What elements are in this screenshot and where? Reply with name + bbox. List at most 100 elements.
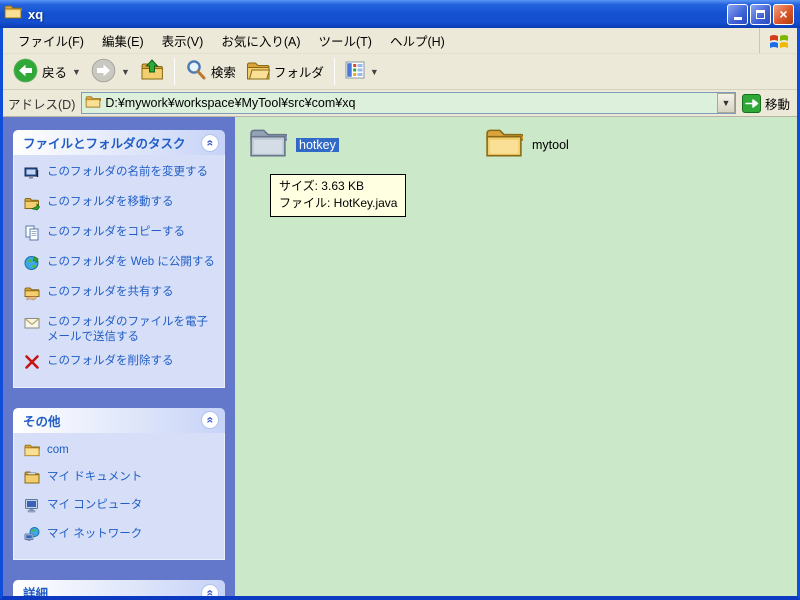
search-button[interactable]: 検索 xyxy=(181,57,240,86)
details-panel: 詳細 « hotkey File Folder 更新日時: 2012年8月23日… xyxy=(13,580,225,596)
task-label: このフォルダを Web に公開する xyxy=(47,255,215,268)
tooltip-file-line: ファイル: HotKey.java xyxy=(279,195,398,210)
tasks-panel-header[interactable]: ファイルとフォルダのタスク « xyxy=(13,130,225,155)
go-button[interactable]: 移動 xyxy=(741,93,792,113)
other-place-label: マイ ドキュメント xyxy=(47,471,143,484)
folder-item-mytool[interactable]: mytool xyxy=(485,126,569,163)
email-icon xyxy=(24,315,40,336)
maximize-button[interactable] xyxy=(750,3,771,25)
details-panel-header[interactable]: 詳細 « xyxy=(13,580,225,596)
up-button[interactable] xyxy=(136,56,168,87)
forward-dropdown-icon[interactable]: ▼ xyxy=(121,67,130,77)
go-arrow-icon xyxy=(741,93,761,113)
titlebar: xq × xyxy=(0,0,800,28)
forward-button[interactable]: ▼ xyxy=(87,56,134,88)
other-place-my-documents[interactable]: マイ ドキュメント xyxy=(24,470,216,489)
my-documents-icon xyxy=(24,470,40,489)
publish-web-icon xyxy=(24,255,40,276)
other-place-label: マイ ネットワーク xyxy=(47,528,143,541)
task-share-folder[interactable]: このフォルダを共有する xyxy=(24,285,216,306)
up-folder-icon xyxy=(140,58,164,85)
address-path[interactable]: D:¥mywork¥workspace¥MyTool¥src¥com¥xq xyxy=(105,96,713,110)
menu-file[interactable]: ファイル(F) xyxy=(9,28,93,53)
task-label: このフォルダのファイルを電子メールで送信する xyxy=(47,315,208,343)
share-folder-icon xyxy=(24,285,40,306)
folder-info-tooltip: サイズ: 3.63 KB ファイル: HotKey.java xyxy=(270,174,407,217)
task-move-folder[interactable]: このフォルダを移動する xyxy=(24,195,216,216)
rename-icon xyxy=(24,165,40,186)
back-dropdown-icon[interactable]: ▼ xyxy=(72,67,81,77)
my-computer-icon xyxy=(24,498,40,518)
task-label: このフォルダをコピーする xyxy=(47,225,185,238)
tooltip-size-line: サイズ: 3.63 KB xyxy=(279,179,365,193)
address-folder-icon xyxy=(85,95,102,111)
minimize-button[interactable] xyxy=(727,3,748,25)
folder-label[interactable]: mytool xyxy=(532,138,569,152)
menu-edit[interactable]: 編集(E) xyxy=(93,28,153,53)
search-label: 検索 xyxy=(210,66,236,80)
window-title: xq xyxy=(28,6,44,22)
delete-icon xyxy=(24,354,40,375)
folder-label[interactable]: hotkey xyxy=(296,137,339,152)
toolbar: 戻る ▼ ▼ 検索 フォルダ ▼ xyxy=(3,54,797,90)
toolbar-separator xyxy=(173,58,175,85)
folders-label: フォルダ xyxy=(273,66,324,80)
window-folder-icon xyxy=(4,4,23,24)
back-label: 戻る xyxy=(42,66,68,80)
move-folder-icon xyxy=(24,195,40,216)
forward-icon xyxy=(91,58,116,86)
address-bar: アドレス(D) D:¥mywork¥workspace¥MyTool¥src¥c… xyxy=(3,90,797,117)
toolbar-separator xyxy=(333,58,335,85)
other-place-my-computer[interactable]: マイ コンピュータ xyxy=(24,498,216,518)
menubar: ファイル(F) 編集(E) 表示(V) お気に入り(A) ツール(T) ヘルプ(… xyxy=(3,28,797,54)
folder-icon xyxy=(485,126,525,163)
task-email-folder-files[interactable]: このフォルダのファイルを電子メールで送信する xyxy=(24,315,216,345)
file-folder-tasks-panel: ファイルとフォルダのタスク « このフォルダの名前を変更する このフォルダを移動… xyxy=(13,130,225,388)
menu-tools[interactable]: ツール(T) xyxy=(309,28,380,53)
back-icon xyxy=(13,58,38,86)
windows-logo-icon xyxy=(759,28,797,53)
other-places-panel: その他 « com マイ ドキュメント マイ コンピュータ マイ ネットワーク xyxy=(13,407,225,561)
menu-help[interactable]: ヘルプ(H) xyxy=(381,28,454,53)
task-label: このフォルダを共有する xyxy=(47,285,174,298)
close-button[interactable]: × xyxy=(773,3,794,25)
task-label: このフォルダを移動する xyxy=(47,195,174,208)
menu-view[interactable]: 表示(V) xyxy=(153,28,213,53)
menu-favorites[interactable]: お気に入り(A) xyxy=(212,28,309,53)
copy-icon xyxy=(24,225,40,246)
views-icon xyxy=(345,61,365,82)
my-network-icon xyxy=(24,527,40,547)
explorer-window: xq × ファイル(F) 編集(E) 表示(V) お気に入り(A) ツール(T)… xyxy=(0,0,800,600)
other-panel-header[interactable]: その他 « xyxy=(13,407,225,433)
views-button[interactable]: ▼ xyxy=(341,59,383,84)
folder-item-hotkey[interactable]: hotkey xyxy=(249,126,339,163)
tasks-panel-title: ファイルとフォルダのタスク xyxy=(23,137,186,151)
task-publish-folder-web[interactable]: このフォルダを Web に公開する xyxy=(24,255,216,276)
address-label: アドレス(D) xyxy=(8,97,76,112)
views-dropdown-icon[interactable]: ▼ xyxy=(370,67,379,77)
task-rename-folder[interactable]: このフォルダの名前を変更する xyxy=(24,165,216,186)
task-pane-sidebar: ファイルとフォルダのタスク « このフォルダの名前を変更する このフォルダを移動… xyxy=(3,117,235,596)
collapse-chevron-icon[interactable]: « xyxy=(201,133,219,152)
details-panel-title: 詳細 xyxy=(23,587,49,596)
back-button[interactable]: 戻る ▼ xyxy=(9,56,85,88)
folders-button[interactable]: フォルダ xyxy=(242,57,328,86)
folders-icon xyxy=(246,59,271,84)
other-panel-title: その他 xyxy=(23,414,61,429)
other-place-label: com xyxy=(47,443,69,456)
address-dropdown-button[interactable]: ▼ xyxy=(716,93,735,113)
other-place-com[interactable]: com xyxy=(24,443,216,462)
folder-icon-selected xyxy=(249,126,289,163)
task-copy-folder[interactable]: このフォルダをコピーする xyxy=(24,225,216,246)
go-label: 移動 xyxy=(764,97,790,112)
collapse-chevron-icon[interactable]: « xyxy=(201,583,219,596)
other-place-my-network[interactable]: マイ ネットワーク xyxy=(24,527,216,547)
task-delete-folder[interactable]: このフォルダを削除する xyxy=(24,354,216,375)
other-place-label: マイ コンピュータ xyxy=(47,499,143,512)
folder-icon xyxy=(24,443,41,462)
task-label: このフォルダの名前を変更する xyxy=(47,166,208,178)
file-list-area[interactable]: hotkey mytool サイズ: 3.63 KB ファイル: HotKey.… xyxy=(235,117,797,596)
address-input[interactable]: D:¥mywork¥workspace¥MyTool¥src¥com¥xq ▼ xyxy=(81,92,736,114)
collapse-chevron-icon[interactable]: « xyxy=(201,411,219,429)
search-icon xyxy=(185,59,207,84)
